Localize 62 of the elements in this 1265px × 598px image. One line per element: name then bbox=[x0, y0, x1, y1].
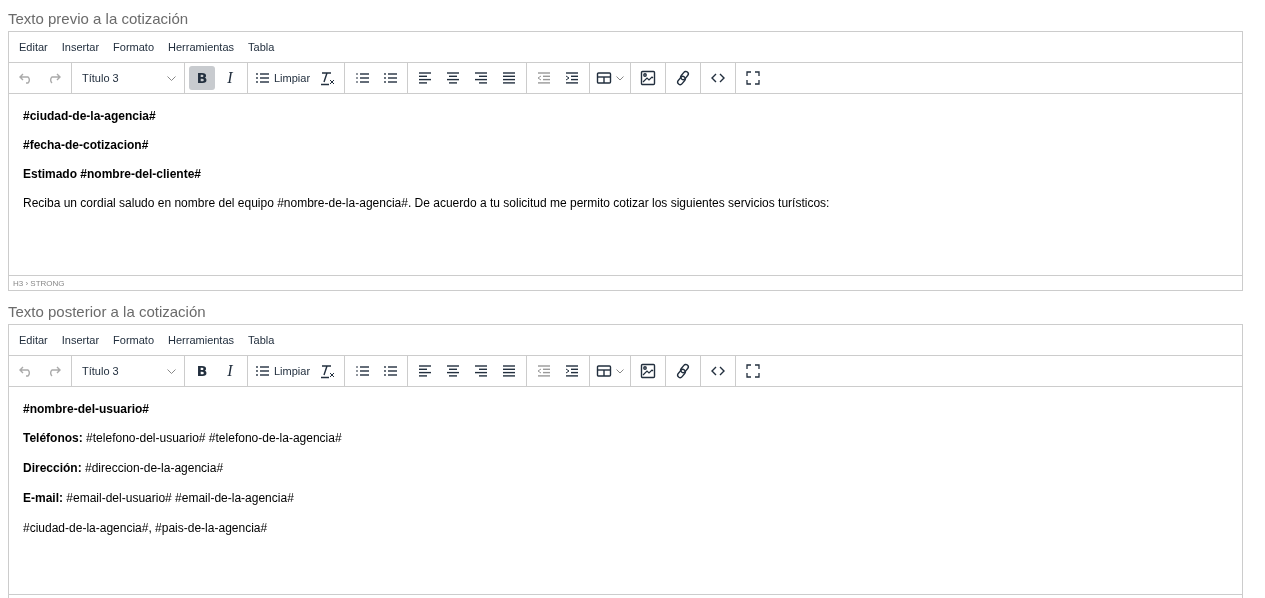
paragraph-text: E-mail: #email-del-usuario# #email-de-la-agencia# bbox=[23, 490, 295, 506]
heading-text: #nombre-del-usuario# bbox=[23, 401, 151, 417]
image-icon bbox=[640, 363, 657, 379]
heading-text: #fecha-de-cotizacion# bbox=[23, 137, 150, 153]
menu-item[interactable]: Tabla bbox=[243, 331, 280, 349]
block-format-select[interactable]: Título 3 bbox=[76, 359, 180, 383]
chevron-down-icon bbox=[167, 75, 176, 81]
menu-item[interactable]: Insertar bbox=[56, 331, 105, 349]
bullet-list-icon bbox=[254, 70, 270, 86]
menu-item[interactable]: Editar bbox=[14, 331, 53, 349]
indent-icon bbox=[564, 70, 581, 86]
bold-button[interactable]: B bbox=[189, 66, 215, 90]
menu-item[interactable]: Insertar bbox=[56, 38, 105, 56]
list-style-button[interactable]: Limpiar bbox=[252, 359, 313, 383]
menu-item[interactable]: Formato bbox=[108, 331, 159, 349]
italic-button[interactable]: I bbox=[217, 359, 243, 383]
paragraph-text: Teléfonos: #telefono-del-usuario# #telefono-de-la-agencia# bbox=[23, 430, 343, 446]
numbered-list-icon bbox=[354, 363, 371, 379]
clear-formatting-icon bbox=[319, 363, 336, 379]
heading-text: #ciudad-de-la-agencia# bbox=[23, 108, 157, 124]
bold-button[interactable]: B bbox=[189, 359, 215, 383]
bullet-list-icon bbox=[382, 363, 399, 379]
table-icon bbox=[596, 363, 613, 379]
image-icon bbox=[640, 70, 657, 86]
chevron-down-icon bbox=[167, 368, 176, 374]
paragraph-text: Dirección: #direccion-de-la-agencia# bbox=[23, 460, 225, 476]
align-left-icon bbox=[417, 363, 434, 379]
fullscreen-icon bbox=[745, 363, 762, 379]
menu-item[interactable]: Herramientas bbox=[163, 38, 240, 56]
italic-button[interactable]: I bbox=[217, 66, 243, 90]
link-icon bbox=[675, 70, 692, 86]
clear-formatting-icon bbox=[319, 70, 336, 86]
chevron-down-icon bbox=[616, 75, 625, 81]
menu-item[interactable]: Editar bbox=[14, 38, 53, 56]
block-format-select[interactable]: Título 3 bbox=[76, 66, 180, 90]
menu-item[interactable]: Tabla bbox=[243, 38, 280, 56]
justify-icon bbox=[501, 363, 518, 379]
fullscreen-icon bbox=[745, 70, 762, 86]
field-label: Texto posterior a la cotización bbox=[8, 303, 206, 320]
align-center-icon bbox=[445, 363, 462, 379]
table-icon bbox=[596, 70, 613, 86]
outdent-icon bbox=[536, 70, 553, 86]
menu-item[interactable]: Herramientas bbox=[163, 331, 240, 349]
menu-item[interactable]: Formato bbox=[108, 38, 159, 56]
link-icon bbox=[675, 363, 692, 379]
align-left-icon bbox=[417, 70, 434, 86]
list-style-button[interactable]: Limpiar bbox=[252, 66, 313, 90]
field-label: Texto previo a la cotización bbox=[8, 10, 189, 27]
bullet-list-icon bbox=[382, 70, 399, 86]
numbered-list-icon bbox=[354, 70, 371, 86]
align-right-icon bbox=[473, 363, 490, 379]
indent-icon bbox=[564, 363, 581, 379]
align-right-icon bbox=[473, 70, 490, 86]
heading-text: Estimado #nombre-del-cliente# bbox=[23, 166, 203, 182]
justify-icon bbox=[501, 70, 518, 86]
chevron-down-icon bbox=[616, 368, 625, 374]
paragraph-text: Reciba un cordial saludo en nombre del equipo #nombre-de-la-agencia#. De acuerdo a tu solicitud me permito cotizar los siguientes servicios turísticos: bbox=[23, 195, 831, 211]
align-center-icon bbox=[445, 70, 462, 86]
element-path: H3 › STRONG bbox=[13, 278, 65, 288]
paragraph-text: #ciudad-de-la-agencia#, #pais-de-la-agencia# bbox=[23, 520, 269, 536]
bullet-list-icon bbox=[254, 363, 270, 379]
outdent-icon bbox=[536, 363, 553, 379]
